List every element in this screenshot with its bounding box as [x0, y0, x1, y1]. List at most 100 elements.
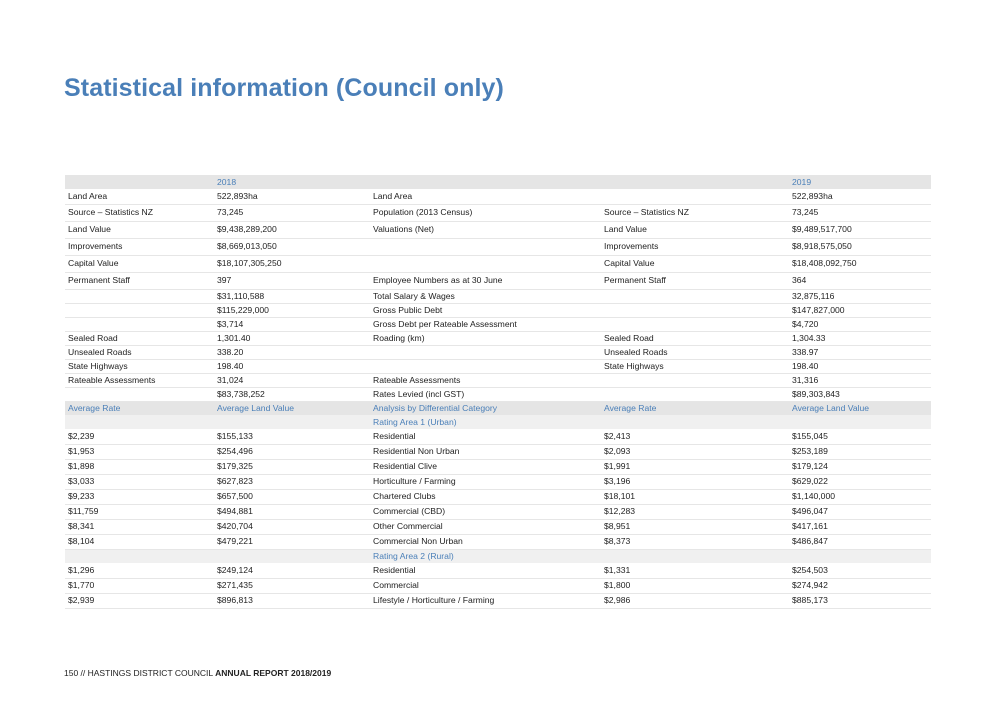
statistics-cell	[370, 345, 601, 360]
statistics-cell: 198.40	[214, 359, 370, 374]
rating-cell: $479,221	[214, 534, 370, 550]
rating-cell: $627,823	[214, 474, 370, 490]
area-blank-cell	[601, 549, 789, 563]
statistics-cell	[601, 317, 789, 332]
statistics-cell: Rates Levied (incl GST)	[370, 387, 601, 402]
statistics-cell: Rateable Assessments	[370, 373, 601, 388]
rating-area-1-label: Rating Area 1 (Urban)	[370, 415, 601, 429]
statistics-cell	[601, 189, 789, 205]
rating-cell: $486,847	[789, 534, 931, 550]
rating-cell: Residential Clive	[370, 459, 601, 475]
rating-cell: $11,759	[65, 504, 214, 520]
rating-cell: $249,124	[214, 563, 370, 579]
statistics-cell: Sealed Road	[601, 331, 789, 346]
page-footer: 150 // HASTINGS DISTRICT COUNCIL ANNUAL …	[64, 668, 331, 678]
statistics-row: $83,738,252 Rates Levied (incl GST) $89,30…	[65, 387, 931, 402]
statistics-cell: 338.20	[214, 345, 370, 360]
statistics-cell: 397	[214, 272, 370, 290]
statistics-cell: $4,720	[789, 317, 931, 332]
statistics-cell: $9,438,289,200	[214, 221, 370, 239]
statistics-cell: 31,316	[789, 373, 931, 388]
rating-cell: $1,140,000	[789, 489, 931, 505]
rating-cell: $494,881	[214, 504, 370, 520]
rating-cell: $274,942	[789, 578, 931, 594]
statistics-row: Land Area 522,893ha Land Area 522,893ha	[65, 189, 931, 205]
statistics-cell: State Highways	[601, 359, 789, 374]
statistics-cell: Capital Value	[65, 255, 214, 273]
statistics-cell: 73,245	[214, 204, 370, 222]
area-blank-cell	[601, 415, 789, 429]
footer-page-number: 150 // HASTINGS DISTRICT COUNCIL	[64, 668, 216, 678]
statistics-cell	[601, 289, 789, 304]
rating-cell: $885,173	[789, 593, 931, 609]
rating-area-1-data-row: $3,033 $627,823 Horticulture / Farming $3,1…	[65, 474, 931, 490]
statistics-cell	[65, 303, 214, 318]
rating-cell: $8,951	[601, 519, 789, 535]
rating-cell: $179,325	[214, 459, 370, 475]
statistics-cell: $8,918,575,050	[789, 238, 931, 256]
rating-cell: Commercial (CBD)	[370, 504, 601, 520]
rating-cell: $2,093	[601, 444, 789, 460]
statistics-cell: 32,875,116	[789, 289, 931, 304]
rating-area-2-data-row: $1,770 $271,435 Commercial $1,800 $274,942	[65, 578, 931, 594]
rating-cell: $1,331	[601, 563, 789, 579]
rating-cell: $657,500	[214, 489, 370, 505]
rating-cell: Residential	[370, 563, 601, 579]
rating-cell: $254,496	[214, 444, 370, 460]
statistics-cell: Unsealed Roads	[65, 345, 214, 360]
statistics-cell: $9,489,517,700	[789, 221, 931, 239]
rating-cell: $155,045	[789, 429, 931, 445]
statistics-cell: Land Area	[370, 189, 601, 205]
rating-area-2-data-row: $1,296 $249,124 Residential $1,331 $254,503	[65, 563, 931, 579]
rating-cell: $2,939	[65, 593, 214, 609]
statistics-cell: $89,303,843	[789, 387, 931, 402]
area-blank-cell	[214, 415, 370, 429]
statistics-cell: Rateable Assessments	[65, 373, 214, 388]
statistics-cell: Permanent Staff	[601, 272, 789, 290]
statistics-cell: Roading (km)	[370, 331, 601, 346]
statistics-cell: Improvements	[601, 238, 789, 256]
rating-cell: $420,704	[214, 519, 370, 535]
statistics-row: Rateable Assessments 31,024 Rateable Asses…	[65, 373, 931, 388]
statistics-cell: Gross Debt per Rateable Assessment	[370, 317, 601, 332]
statistics-row: Source – Statistics NZ 73,245 Population (…	[65, 204, 931, 222]
differential-header-cell: Analysis by Differential Category	[370, 401, 601, 415]
differential-header-cell: Average Land Value	[789, 401, 931, 415]
rating-area-1-row: Rating Area 1 (Urban)	[65, 415, 931, 429]
rating-area-1-data-row: $9,233 $657,500 Chartered Clubs $18,101 $1,1…	[65, 489, 931, 505]
statistics-cell: $3,714	[214, 317, 370, 332]
statistics-cell: $18,408,092,750	[789, 255, 931, 273]
statistics-cell	[601, 373, 789, 388]
statistics-cell	[601, 303, 789, 318]
statistics-cell: Valuations (Net)	[370, 221, 601, 239]
header-year-2018: 2018	[214, 175, 370, 189]
statistics-row: $3,714 Gross Debt per Rateable Assessment…	[65, 317, 931, 332]
rating-cell: Horticulture / Farming	[370, 474, 601, 490]
rating-cell: Lifestyle / Horticulture / Farming	[370, 593, 601, 609]
statistics-cell: State Highways	[65, 359, 214, 374]
statistics-cell: $115,229,000	[214, 303, 370, 318]
statistics-table: 2018 2019 Land Area 522,893ha Land Area 522,8…	[65, 175, 931, 609]
rating-cell: $1,800	[601, 578, 789, 594]
statistics-cell	[370, 359, 601, 374]
statistics-cell: 364	[789, 272, 931, 290]
header-year-2019: 2019	[789, 175, 931, 189]
statistics-cell: Land Area	[65, 189, 214, 205]
rating-cell: $8,373	[601, 534, 789, 550]
rating-cell: $8,104	[65, 534, 214, 550]
statistics-cell: 522,893ha	[789, 189, 931, 205]
rating-cell: $8,341	[65, 519, 214, 535]
rating-area-1-data-row: $11,759 $494,881 Commercial (CBD) $12,283 $4…	[65, 504, 931, 520]
statistics-cell: $83,738,252	[214, 387, 370, 402]
rating-cell: $18,101	[601, 489, 789, 505]
statistics-row: Permanent Staff 397 Employee Numbers as at…	[65, 272, 931, 290]
rating-cell: $1,991	[601, 459, 789, 475]
rating-cell: Chartered Clubs	[370, 489, 601, 505]
rating-cell: $9,233	[65, 489, 214, 505]
differential-header-row: Average Rate Average Land Value Analysis b…	[65, 401, 931, 415]
statistics-row: State Highways 198.40 State Highways 198.40	[65, 359, 931, 374]
rating-cell: $12,283	[601, 504, 789, 520]
statistics-cell	[65, 387, 214, 402]
rating-cell: $271,435	[214, 578, 370, 594]
rating-cell: $496,047	[789, 504, 931, 520]
